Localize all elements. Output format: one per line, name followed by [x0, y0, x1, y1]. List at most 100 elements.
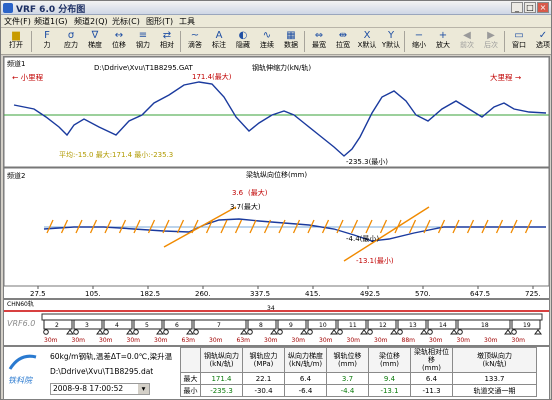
toolbar-button-relative[interactable]: ⇄ 相对	[155, 29, 179, 53]
toolbar-button-x-default[interactable]: X X默认	[355, 29, 379, 53]
logo-watermark: VRF6.0	[7, 319, 35, 328]
toolbar-button-options[interactable]: ✓ 选项	[531, 29, 552, 53]
support-triangle	[300, 329, 308, 335]
span-number: 13	[409, 322, 417, 329]
toolbar-label: 标注	[212, 41, 226, 49]
menu-channel1[interactable]: 频道1(G)	[34, 16, 68, 27]
channel2-max-label1: (最大)	[248, 188, 268, 197]
x-tick-label: 725.	[525, 290, 541, 298]
stats-cell: -6.4	[284, 384, 327, 397]
window-icon: ▭	[514, 30, 524, 41]
stress-icon: σ	[67, 30, 75, 41]
support-triangle	[360, 329, 368, 335]
toolbar-label: 隐藏	[236, 41, 250, 49]
stats-cell: -11.3	[410, 384, 453, 397]
support-circle	[511, 329, 517, 335]
support-triangle	[240, 329, 248, 335]
toolbar-button-window[interactable]: ▭ 窗口	[507, 29, 531, 53]
brand-text: 铁科院	[8, 376, 32, 385]
toolbar-button-force[interactable]: F力	[35, 29, 59, 53]
x-tick-label: 27.5	[30, 290, 46, 298]
x-tick-label: 182.5	[140, 290, 160, 298]
window-title: VRF 6.0 分布图	[16, 5, 86, 15]
close-button[interactable]: ×	[537, 2, 549, 13]
toolbar-button-tick[interactable]: ~ 滴答	[183, 29, 207, 53]
toolbar-label: 窗口	[512, 41, 526, 49]
stats-row-label: 最大	[180, 372, 201, 385]
toolbar-label: X默认	[357, 41, 377, 49]
track-svg: CHN60轨342 3 4 5 6 7 8 9 10 11 12 13 14 18 1930m 30m 30m 3…	[4, 300, 549, 344]
toolbar-button-previous[interactable]: ◀ 前次	[455, 29, 479, 53]
continuous-icon: ∿	[262, 30, 272, 41]
stats-header: 梁位移 (mm)	[368, 347, 411, 373]
channel1-label: 频道1	[7, 59, 25, 68]
stats-cell: 3.7	[326, 372, 369, 385]
span-length: 30m	[44, 337, 58, 344]
bridge-track-diagram: CHN60轨 34 2 3 4 5 6 7 8 9 10 11 12 13 14 18 19 30m 30m 30m 3…	[3, 299, 550, 346]
tick-icon: ~	[190, 30, 200, 41]
toolbar-button-next[interactable]: ▶ 后次	[479, 29, 503, 53]
menu-graph[interactable]: 图形(T)	[146, 16, 173, 27]
toolbar-button-widest[interactable]: ⇔ 最宽	[307, 29, 331, 53]
span-length: 30m	[347, 337, 361, 344]
span-length: 30m	[457, 337, 471, 344]
toolbar-button-data[interactable]: ▦ 数据	[279, 29, 303, 53]
support-triangle	[270, 329, 278, 335]
minimize-button[interactable]: _	[511, 2, 523, 13]
span-number: 3	[85, 322, 89, 329]
toolbar-button-gradient[interactable]: ∇ 梯度	[83, 29, 107, 53]
span-number: 10	[319, 322, 327, 329]
toolbar-button-stress[interactable]: σ 应力	[59, 29, 83, 53]
support-circle	[73, 329, 79, 335]
toolbar-label: 缩小	[412, 41, 426, 49]
toolbar-label: 力	[43, 41, 51, 49]
toolbar-separator	[180, 31, 181, 52]
toolbar-button-rail-force[interactable]: ≡ 钢力	[131, 29, 155, 53]
widest-icon: ⇔	[314, 30, 324, 41]
info-panel: 铁科院 60kg/m钢轨,温差ΔT=0.0℃,梁升温 D:\Ddrive\Xvu…	[3, 346, 550, 400]
left-tag: ← 小里程	[12, 73, 44, 82]
menu-file[interactable]: 文件(F)	[4, 16, 31, 27]
toolbar-label: 滴答	[188, 41, 202, 49]
channel2-max-value2: 3.7(最大)	[230, 202, 261, 211]
menu-cursor[interactable]: 光标(C)	[112, 16, 140, 27]
support-circle	[193, 329, 199, 335]
support-triangle	[450, 329, 458, 335]
folder-icon: ▆	[12, 30, 20, 41]
channel1-max-label: 171.4(最大)	[192, 72, 232, 81]
maximize-button[interactable]: □	[524, 2, 536, 13]
toolbar-label: 后次	[484, 41, 498, 49]
toolbar-separator	[304, 31, 305, 52]
span-length: 30m	[512, 337, 526, 344]
toolbar-button-continuous[interactable]: ∿ 连续	[255, 29, 279, 53]
date-select[interactable]: 2008-9-8 17:00:52 ▾	[50, 383, 150, 395]
toolbar-button-hide[interactable]: ◐ 隐藏	[231, 29, 255, 53]
toolbar-button-zoom-out[interactable]: − 缩小	[407, 29, 431, 53]
support-circle	[247, 329, 253, 335]
stats-header: 钢轨应力 (MPa)	[242, 347, 285, 373]
toolbar-button-zoom-in[interactable]: + 放大	[431, 29, 455, 53]
x-tick-label: 647.5	[470, 290, 490, 298]
toolbar-button-displacement[interactable]: ↔ 位移	[107, 29, 131, 53]
menu-tools[interactable]: 工具	[179, 16, 195, 27]
hide-icon: ◐	[238, 30, 248, 41]
support-circle	[457, 329, 463, 335]
toolbar-button-stretch[interactable]: ⇹ 拉宽	[331, 29, 355, 53]
stats-cell: 133.7	[452, 372, 537, 385]
toolbar-label: 应力	[64, 41, 78, 49]
rail-force-icon: ≡	[138, 30, 148, 41]
y-default-icon: Y	[387, 30, 395, 41]
toolbar-button-annotate[interactable]: A 标注	[207, 29, 231, 53]
gradient-icon: ∇	[91, 30, 99, 41]
toolbar-label: 梯度	[88, 41, 102, 49]
open-button[interactable]: ▆ 打开	[3, 29, 29, 53]
toolbar-button-y-default[interactable]: Y Y默认	[379, 29, 403, 53]
support-triangle	[66, 329, 74, 335]
menu-channel2[interactable]: 频道2(Q)	[74, 16, 108, 27]
deck-top	[41, 313, 543, 321]
channel1-file: D:\Ddrive\Xvu\T1B8295.GAT	[94, 64, 194, 72]
chevron-down-icon[interactable]: ▾	[138, 384, 149, 394]
info-line1: 60kg/m钢轨,温差ΔT=0.0℃,梁升温	[50, 352, 173, 361]
support-triangle	[186, 329, 194, 335]
span-number: 19	[523, 322, 531, 329]
